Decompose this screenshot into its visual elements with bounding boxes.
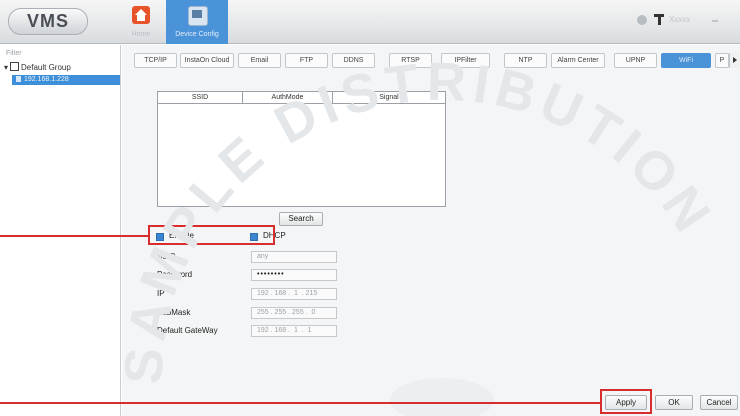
wifi-list-table[interactable]: SSID AuthMode Signal <box>157 91 446 207</box>
tree-group-label: Default Group <box>21 63 71 72</box>
search-button[interactable]: Search <box>279 212 323 226</box>
tree-device-item[interactable]: 192.168.1.228 <box>12 75 120 85</box>
tab-alarm-center[interactable]: Alarm Center <box>551 53 605 68</box>
submask-input[interactable]: 255 . 255 . 255 . 0 <box>251 307 337 319</box>
nav-device-config-label: Device Config <box>175 31 219 38</box>
gateway-label: Default GateWay <box>157 326 218 335</box>
highlight-box-apply <box>600 389 652 414</box>
tab-p[interactable]: P <box>715 53 729 68</box>
ip-input[interactable]: 192 . 168 . 1 . 215 <box>251 288 337 300</box>
ssid-label: SSID <box>157 252 176 261</box>
tab-rtsp[interactable]: RTSP <box>389 53 432 68</box>
column-header-authmode: AuthMode <box>243 92 333 104</box>
tree-group-default[interactable]: ▾ Default Group <box>4 62 71 72</box>
ip-label: IP <box>157 289 165 298</box>
info-icon[interactable] <box>637 15 647 25</box>
group-icon <box>10 62 20 71</box>
device-tree-sidebar: Filter ▾ Default Group 192.168.1.228 <box>0 45 121 416</box>
tab-upnp[interactable]: UPNP <box>614 53 657 68</box>
tab-wifi[interactable]: WiFi <box>661 53 711 68</box>
submask-label: SubMask <box>157 308 191 317</box>
callout-line-enable <box>0 235 148 237</box>
nav-home-button[interactable]: Home <box>120 0 162 44</box>
filter-label[interactable]: Filter <box>6 50 22 57</box>
app-logo: VMS <box>8 8 88 35</box>
callout-line-apply <box>0 402 600 404</box>
collapse-icon[interactable]: ▾ <box>4 63 8 72</box>
gateway-input[interactable]: 192 . 168 . 1 . 1 <box>251 325 337 337</box>
password-input[interactable]: •••••••• <box>251 269 337 281</box>
tree-device-label: 192.168.1.228 <box>24 76 69 83</box>
column-header-ssid: SSID <box>158 92 243 104</box>
camera-icon <box>16 76 21 82</box>
tab-ipfilter[interactable]: IPFilter <box>441 53 490 68</box>
top-bar: VMS Home Device Config Xxxxx <box>0 0 740 44</box>
tab-email[interactable]: Email <box>238 53 281 68</box>
tab-tcpip[interactable]: TCP/IP <box>134 53 177 68</box>
device-config-icon <box>188 6 208 26</box>
username-label: Xxxxx <box>669 15 691 24</box>
nav-home-label: Home <box>131 31 151 38</box>
tab-ddns[interactable]: DDNS <box>332 53 375 68</box>
column-header-signal: Signal <box>333 92 445 104</box>
cancel-button[interactable]: Cancel <box>700 395 738 410</box>
tab-ftp[interactable]: FTP <box>285 53 328 68</box>
home-icon <box>132 6 150 24</box>
tab-ntp[interactable]: NTP <box>504 53 547 68</box>
tab-scroll-right-icon[interactable] <box>729 53 740 68</box>
highlight-box-enable <box>148 225 275 245</box>
nav-device-config-button[interactable]: Device Config <box>166 0 228 44</box>
ok-button[interactable]: OK <box>655 395 693 410</box>
minimize-icon[interactable] <box>712 20 718 22</box>
password-label: Password <box>157 270 193 279</box>
ssid-input[interactable]: any <box>251 251 337 263</box>
tab-instaon-cloud[interactable]: InstaOn Cloud <box>180 53 234 68</box>
user-icon[interactable] <box>654 14 664 26</box>
